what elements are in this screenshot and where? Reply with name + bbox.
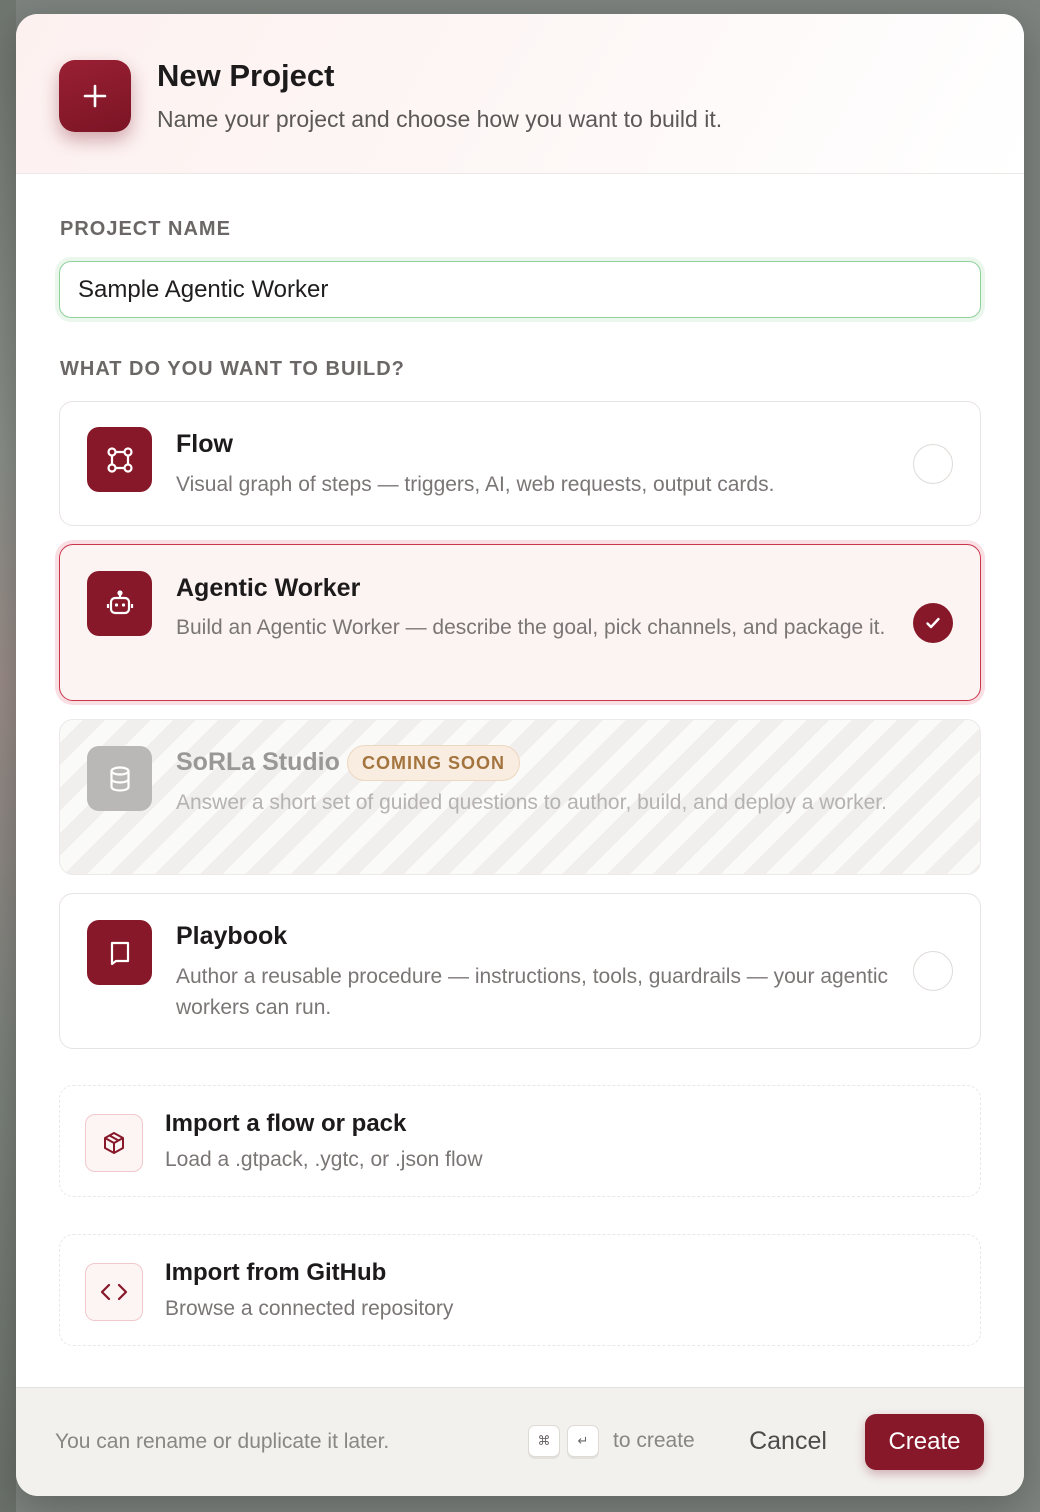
coming-soon-badge: COMING SOON [347, 745, 521, 781]
import-description: Browse a connected repository [165, 1297, 454, 1320]
dialog-subtitle: Name your project and choose how you wan… [157, 106, 723, 132]
option-title: Flow [176, 430, 233, 458]
check-icon [926, 617, 940, 629]
option-title: SoRLa Studio [176, 748, 340, 776]
database-icon [87, 746, 152, 811]
option-flow[interactable]: Flow Visual graph of steps — triggers, A… [59, 401, 981, 526]
option-description: Author a reusable procedure — instructio… [176, 965, 889, 1019]
dialog-header: New Project Name your project and choose… [16, 14, 1024, 174]
cancel-button[interactable]: Cancel [732, 1413, 844, 1469]
option-playbook[interactable]: Playbook Author a reusable procedure — i… [59, 893, 981, 1049]
import-github-button[interactable]: Import from GitHub Browse a connected re… [59, 1234, 981, 1346]
option-description: Answer a short set of guided questions t… [176, 791, 887, 814]
create-button[interactable]: Create [865, 1414, 984, 1470]
import-title: Import from GitHub [165, 1259, 387, 1286]
import-pack-button[interactable]: Import a flow or pack Load a .gtpack, .y… [59, 1085, 981, 1197]
enter-key-icon: ↵ [567, 1425, 599, 1457]
radio-button[interactable] [913, 444, 953, 484]
option-title: Agentic Worker [176, 574, 361, 602]
plus-icon [59, 60, 131, 132]
dialog-footer: You can rename or duplicate it later. ⌘ … [16, 1387, 1024, 1496]
robot-icon [87, 571, 152, 636]
flow-graph-icon [87, 427, 152, 492]
option-description: Build an Agentic Worker — describe the g… [176, 616, 886, 639]
project-name-input[interactable] [59, 261, 981, 318]
package-icon [85, 1114, 143, 1172]
import-title: Import a flow or pack [165, 1110, 407, 1137]
build-type-label: WHAT DO YOU WANT TO BUILD? [60, 358, 405, 380]
option-description: Visual graph of steps — triggers, AI, we… [176, 473, 775, 496]
code-icon [85, 1263, 143, 1321]
backdrop [0, 0, 16, 1512]
new-project-dialog: New Project Name your project and choose… [16, 14, 1024, 1496]
option-sorla-studio: SoRLa Studio COMING SOON Answer a short … [59, 719, 981, 875]
dialog-title: New Project [157, 58, 335, 93]
shortcut-hint: to create [613, 1429, 695, 1452]
radio-button[interactable] [913, 951, 953, 991]
import-description: Load a .gtpack, .ygtc, or .json flow [165, 1148, 483, 1171]
footer-note: You can rename or duplicate it later. [55, 1430, 390, 1453]
book-icon [87, 920, 152, 985]
option-agentic-worker[interactable]: Agentic Worker Build an Agentic Worker —… [59, 544, 981, 701]
option-title: Playbook [176, 922, 288, 950]
radio-button-checked[interactable] [913, 603, 953, 643]
project-name-label: PROJECT NAME [60, 218, 231, 240]
cmd-key-icon: ⌘ [528, 1425, 560, 1457]
